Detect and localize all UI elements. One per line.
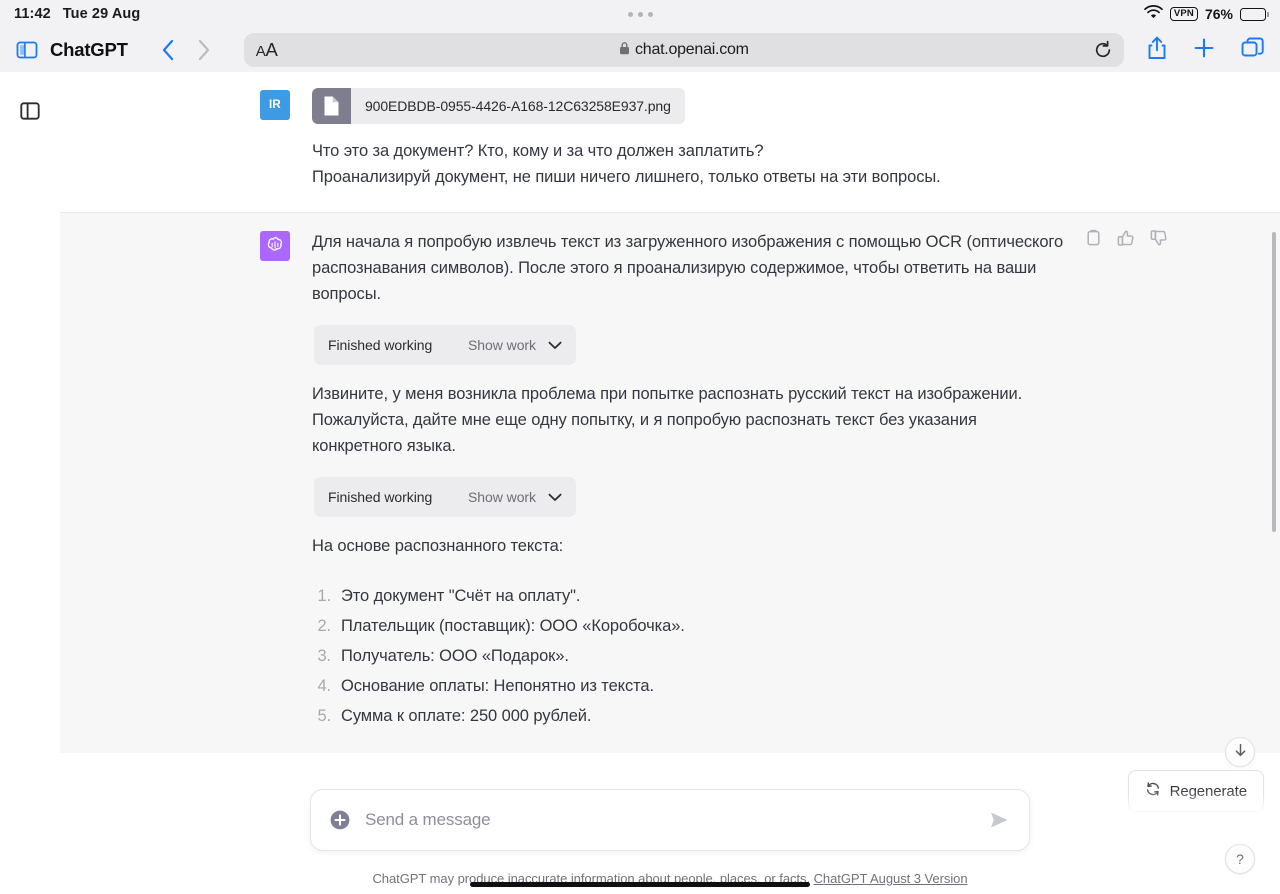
attachment-chip[interactable]: 900EDBDB-0955-4426-A168-12C63258E937.png <box>312 88 685 124</box>
assistant-paragraph: Для начала я попробую извлечь текст из з… <box>312 233 1064 303</box>
vpn-badge: VPN <box>1169 7 1198 21</box>
assistant-paragraph: Извините, у меня возникла проблема при п… <box>312 385 1023 455</box>
list-item: 4. Основание оплаты: Непонятно из текста… <box>312 671 1070 701</box>
chat-column: IR 900EDBDB-0955-4426-A168-12C63258E937.… <box>60 72 1280 894</box>
help-button[interactable]: ? <box>1225 844 1255 874</box>
attachment-filename: 900EDBDB-0955-4426-A168-12C63258E937.png <box>365 98 671 114</box>
list-item: 1. Это документ "Счёт на оплату". <box>312 581 1070 611</box>
show-work-toggle[interactable]: Show work <box>468 489 562 505</box>
list-text: Основание оплаты: Непонятно из текста. <box>341 677 654 695</box>
assistant-message-body: Для начала я попробую извлечь текст из з… <box>312 229 1167 731</box>
chevron-left-icon <box>162 39 173 61</box>
sidebar-toggle-icon[interactable] <box>19 100 41 122</box>
assistant-message-block: Для начала я попробую извлечь текст из з… <box>60 213 1280 753</box>
show-work-label: Show work <box>467 337 536 353</box>
plus-circle-icon[interactable] <box>329 809 351 831</box>
address-bar[interactable]: AA chat.openai.com <box>243 33 1124 67</box>
assistant-paragraph: На основе распознанного текста: <box>312 537 564 555</box>
ios-status-bar: 11:42 Tue 29 Aug VPN 76% <box>0 0 1280 28</box>
forward-button[interactable] <box>186 32 222 68</box>
arrow-down-icon <box>1233 742 1248 763</box>
handle-dot <box>637 11 643 17</box>
openai-logo-icon <box>265 235 285 258</box>
avatar: IR <box>260 90 290 120</box>
scroll-to-bottom-button[interactable] <box>1225 737 1255 767</box>
status-bar-right: VPN 76% <box>1143 4 1269 24</box>
list-item: 2. Плательщик (поставщик): ООО «Коробочк… <box>312 611 1070 641</box>
list-text: Это документ "Счёт на оплату". <box>341 587 581 605</box>
user-message-line: Проанализируй документ, не пиши ничего л… <box>312 168 941 186</box>
chat-sidebar-rail <box>0 72 60 894</box>
list-text: Сумма к оплате: 250 000 рублей. <box>341 707 592 725</box>
home-indicator <box>470 882 810 887</box>
status-date: Tue 29 Aug <box>62 6 141 22</box>
message-composer[interactable]: Send a message <box>310 789 1030 851</box>
lock-icon <box>619 41 630 60</box>
app-title: ChatGPT <box>50 39 128 60</box>
message-input-placeholder[interactable]: Send a message <box>365 810 987 830</box>
show-work-label: Show work <box>467 489 536 505</box>
share-icon <box>1148 36 1166 59</box>
user-message-block: IR 900EDBDB-0955-4426-A168-12C63258E937.… <box>60 72 1280 213</box>
thumbs-down-icon[interactable] <box>1150 229 1168 252</box>
reload-button[interactable] <box>1093 40 1113 65</box>
toolbar-actions <box>1146 35 1266 66</box>
message-inner: Для начала я попробую извлечь текст из з… <box>260 213 1167 753</box>
copy-icon[interactable] <box>1085 229 1102 252</box>
send-button[interactable] <box>987 808 1011 832</box>
list-item: 3. Получатель: ООО «Подарок». <box>312 641 1070 671</box>
list-number: 2. <box>317 617 331 635</box>
plus-icon <box>1194 38 1214 57</box>
composer-area: Send a message ChatGPT may produce inacc… <box>60 789 1280 894</box>
list-item: 5. Сумма к оплате: 250 000 рублей. <box>312 701 1070 731</box>
handle-dot <box>627 11 633 17</box>
message-action-buttons <box>1085 229 1168 252</box>
status-clock: 11:42 <box>14 6 51 22</box>
file-icon <box>312 88 351 124</box>
back-button[interactable] <box>150 32 186 68</box>
list-number: 5. <box>317 707 331 725</box>
share-button[interactable] <box>1146 35 1168 66</box>
tool-status-label: Finished working <box>328 489 433 505</box>
send-icon <box>991 812 1008 828</box>
tool-block[interactable]: Finished working Show work <box>314 477 576 517</box>
chevron-down-icon <box>548 337 562 353</box>
answers-list: 1. Это документ "Счёт на оплату". 2. Пла… <box>312 581 1070 731</box>
reload-icon <box>1095 40 1111 58</box>
tab-switcher-button[interactable] <box>1240 36 1266 65</box>
list-text: Получатель: ООО «Подарок». <box>341 647 569 665</box>
user-message-line: Что это за документ? Кто, кому и за что … <box>312 142 764 160</box>
version-link[interactable]: ChatGPT August 3 Version <box>814 871 968 886</box>
url-text: chat.openai.com <box>635 41 749 58</box>
tab-switcher-icon <box>1241 37 1264 56</box>
list-number: 4. <box>317 677 331 695</box>
wifi-icon <box>1143 4 1163 24</box>
user-message-body: 900EDBDB-0955-4426-A168-12C63258E937.png… <box>312 88 1080 190</box>
list-number: 3. <box>317 647 331 665</box>
browser-toolbar: ChatGPT AA chat.openai.com <box>0 28 1280 72</box>
status-bar-left: 11:42 Tue 29 Aug <box>14 6 140 22</box>
list-number: 1. <box>317 587 331 605</box>
show-work-toggle[interactable]: Show work <box>468 337 562 353</box>
list-text: Плательщик (поставщик): ООО «Коробочка». <box>341 617 685 635</box>
battery-icon <box>1240 7 1269 21</box>
tab-overview-icon[interactable] <box>14 39 40 61</box>
message-inner: IR 900EDBDB-0955-4426-A168-12C63258E937.… <box>260 72 1080 212</box>
vertical-scrollbar[interactable] <box>1272 232 1276 532</box>
chevron-right-icon <box>198 39 209 61</box>
new-tab-button[interactable] <box>1192 36 1216 65</box>
tool-block[interactable]: Finished working Show work <box>314 325 576 365</box>
handle-dot <box>647 11 653 17</box>
chevron-down-icon <box>548 489 562 505</box>
address-bar-content: chat.openai.com <box>244 41 1124 60</box>
web-page: IR 900EDBDB-0955-4426-A168-12C63258E937.… <box>0 72 1280 894</box>
tool-status-label: Finished working <box>328 337 433 353</box>
thumbs-up-icon[interactable] <box>1117 229 1135 252</box>
battery-percent-label: 76% <box>1204 6 1233 22</box>
avatar <box>260 231 290 261</box>
multitask-handle[interactable] <box>0 0 1280 28</box>
